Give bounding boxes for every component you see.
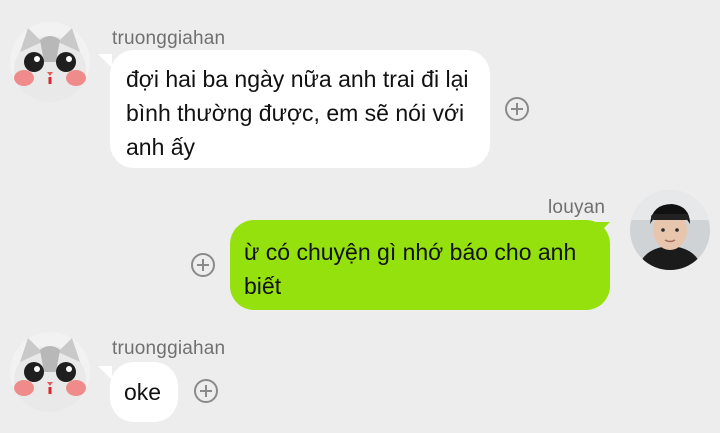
bubble-tail bbox=[98, 366, 112, 380]
sender-name: truonggiahan bbox=[112, 28, 226, 49]
message-bubble-incoming[interactable]: đợi hai ba ngày nữa anh trai đi lại bình… bbox=[110, 50, 490, 168]
user-photo-avatar-icon[interactable] bbox=[630, 190, 710, 270]
message-line: anh ấy bbox=[126, 134, 196, 160]
sender-name: louyan bbox=[548, 197, 606, 218]
message-line: đợi hai ba ngày nữa anh trai đi lại bbox=[126, 66, 469, 92]
add-circle-icon[interactable] bbox=[505, 97, 529, 121]
add-circle-icon[interactable] bbox=[191, 253, 215, 277]
sender-name: truonggiahan bbox=[112, 338, 226, 359]
message-bubble-outgoing[interactable]: ừ có chuyện gì nhớ báo cho anh biết bbox=[230, 220, 610, 310]
message-line: bình thường được, em sẽ nói với bbox=[126, 100, 465, 126]
message-line: ừ có chuyện gì nhớ báo cho anh bbox=[244, 239, 577, 265]
add-circle-icon[interactable] bbox=[194, 379, 218, 403]
message-line: oke bbox=[124, 379, 162, 405]
message-bubble-incoming[interactable]: oke bbox=[110, 362, 178, 422]
cat-avatar-icon[interactable] bbox=[10, 22, 90, 102]
bubble-tail bbox=[98, 54, 112, 68]
chat-thread: truonggiahan đợi hai ba ngày nữa anh tra… bbox=[0, 0, 720, 433]
cat-avatar-icon[interactable] bbox=[10, 332, 90, 412]
message-line: biết bbox=[244, 273, 282, 299]
